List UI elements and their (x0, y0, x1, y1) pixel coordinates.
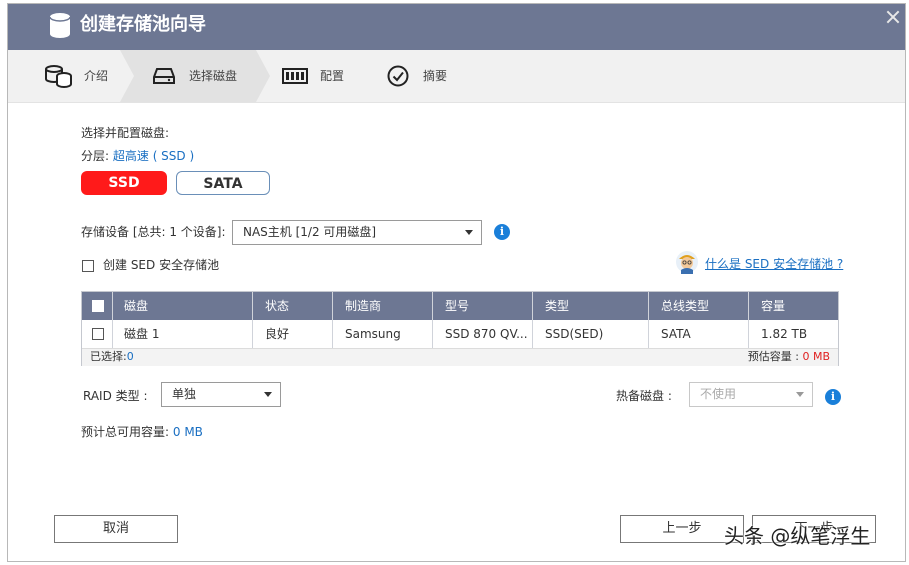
total-capacity-label: 预计总可用容量: (81, 425, 170, 439)
step-select-disks[interactable]: 选择磁盘 (152, 64, 252, 88)
info-icon[interactable]: i (825, 389, 841, 405)
title-bar: 创建存储池向导 (8, 4, 905, 50)
col-model[interactable]: 型号 (445, 299, 469, 313)
step-config[interactable]: 配置 (282, 64, 362, 88)
cell-status: 良好 (265, 327, 290, 341)
sata-button[interactable]: SATA (176, 171, 270, 195)
chevron-down-icon (264, 392, 272, 397)
chevron-down-icon (796, 392, 804, 397)
raid-type-value: 单独 (172, 387, 197, 401)
close-icon[interactable] (886, 10, 900, 24)
hot-spare-label: 热备磁盘 : (616, 389, 672, 403)
raid-icon (282, 68, 308, 84)
col-status[interactable]: 状态 (265, 299, 289, 313)
chevron-down-icon (465, 230, 473, 235)
col-disk[interactable]: 磁盘 (124, 299, 148, 313)
cell-capacity: 1.82 TB (761, 327, 808, 341)
estimated-value: 0 MB (802, 350, 830, 363)
col-vendor[interactable]: 制造商 (345, 299, 381, 313)
table-row[interactable]: 磁盘 1 良好 Samsung SSD 870 QV... SSD(SED) S… (82, 320, 838, 348)
ssd-button[interactable]: SSD (81, 171, 167, 195)
sed-help-link[interactable]: 什么是 SED 安全存储池 ? (705, 257, 843, 271)
estimated-summary: 预估容量 : 0 MB (748, 350, 830, 364)
cell-vendor: Samsung (345, 327, 401, 341)
raid-type-select[interactable]: 单独 (161, 382, 281, 407)
info-icon[interactable]: i (494, 224, 510, 240)
select-all-checkbox[interactable] (92, 300, 104, 312)
col-type[interactable]: 类型 (545, 299, 569, 313)
step-intro[interactable]: 介绍 (44, 64, 124, 88)
tier-label: 分层: (81, 149, 110, 163)
row-checkbox[interactable] (92, 328, 104, 340)
hot-spare-value: 不使用 (700, 387, 737, 401)
table-footer: 已选择:0 预估容量 : 0 MB (82, 348, 838, 366)
estimated-label: 预估容量 : (747, 350, 799, 363)
database-icon (49, 13, 71, 38)
help-avatar-icon (676, 251, 698, 274)
col-capacity[interactable]: 容量 (761, 299, 785, 313)
selected-summary: 已选择:0 (90, 350, 134, 364)
check-circle-icon (387, 65, 409, 87)
cell-model: SSD 870 QV... (445, 327, 528, 341)
disk-table: 磁盘 状态 制造商 型号 类型 总线类型 容量 磁盘 1 良好 Samsung … (81, 291, 839, 366)
sed-checkbox-label: 创建 SED 安全存储池 (103, 258, 220, 272)
wizard-steps: 介绍 选择磁盘 配置 摘要 (8, 50, 905, 103)
storage-device-label: 存储设备 [总共: 1 个设备]: (81, 225, 226, 239)
tier-value: 超高速 ( SSD ) (112, 149, 195, 163)
step-summary[interactable]: 摘要 (387, 64, 467, 88)
storage-device-value: NAS主机 [1/2 可用磁盘] (243, 225, 377, 239)
hot-spare-select[interactable]: 不使用 (689, 382, 813, 407)
sed-checkbox[interactable] (82, 260, 94, 272)
table-header: 磁盘 状态 制造商 型号 类型 总线类型 容量 (82, 292, 838, 320)
storage-device-select[interactable]: NAS主机 [1/2 可用磁盘] (232, 220, 482, 245)
drive-icon (153, 68, 175, 84)
wizard-title: 创建存储池向导 (80, 14, 206, 35)
raid-type-label: RAID 类型 : (83, 389, 148, 403)
selected-label: 已选择: (90, 350, 127, 363)
cell-bus-type: SATA (661, 327, 691, 341)
total-capacity-value: 0 MB (172, 425, 203, 439)
step-label: 摘要 (423, 69, 448, 83)
cancel-button[interactable]: 取消 (54, 515, 178, 543)
database-icon (45, 65, 72, 88)
total-capacity-row: 预计总可用容量: 0 MB (81, 425, 203, 439)
section-heading: 选择并配置磁盘: (81, 126, 170, 140)
selected-count: 0 (126, 350, 134, 363)
tier-row: 分层: 超高速 ( SSD ) (81, 149, 194, 163)
step-label: 配置 (320, 69, 345, 83)
cell-disk: 磁盘 1 (124, 327, 160, 341)
watermark: 头条 @纵笔浮生 (724, 524, 871, 548)
wizard-window: 创建存储池向导 介绍 选择磁盘 配置 摘要 选择并配置磁盘: 分层: 超高速 (… (7, 3, 906, 562)
step-label: 选择磁盘 (189, 69, 238, 83)
step-label: 介绍 (84, 69, 109, 83)
col-bus-type[interactable]: 总线类型 (661, 299, 709, 313)
cell-type: SSD(SED) (545, 327, 604, 341)
